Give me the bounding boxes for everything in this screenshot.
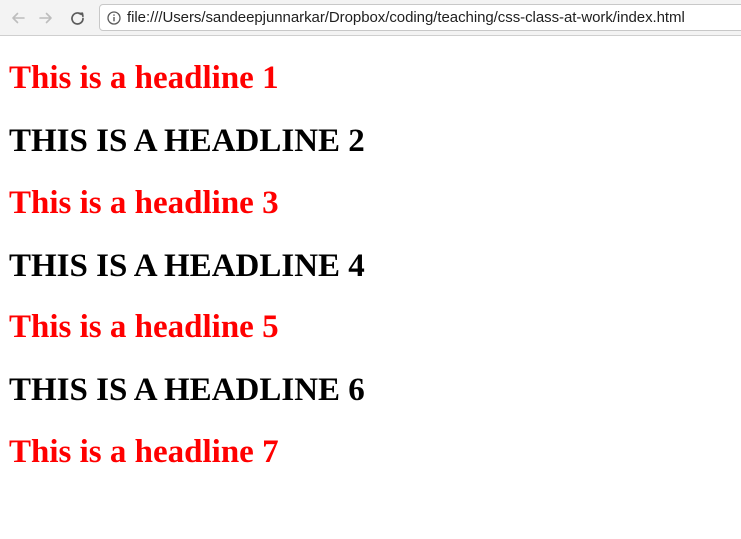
browser-toolbar: file:///Users/sandeepjunnarkar/Dropbox/c… (0, 0, 741, 36)
forward-arrow-icon (38, 10, 54, 26)
url-text[interactable]: file:///Users/sandeepjunnarkar/Dropbox/c… (127, 9, 685, 26)
headline-3: This is a headline 3 (9, 185, 279, 221)
headline-2: THIS IS A HEADLINE 2 (9, 123, 365, 159)
back-arrow-icon (10, 10, 26, 26)
info-icon[interactable] (106, 10, 121, 25)
address-bar[interactable]: file:///Users/sandeepjunnarkar/Dropbox/c… (99, 4, 741, 31)
headline-5: This is a headline 5 (9, 309, 279, 345)
reload-button[interactable] (66, 7, 88, 29)
headline-4: THIS IS A HEADLINE 4 (9, 248, 365, 284)
headline-7: This is a headline 7 (9, 434, 279, 470)
reload-icon (69, 10, 86, 27)
headline-1: This is a headline 1 (9, 60, 279, 96)
headline-6: THIS IS A HEADLINE 6 (9, 372, 365, 408)
back-button[interactable] (7, 7, 29, 29)
forward-button[interactable] (35, 7, 57, 29)
